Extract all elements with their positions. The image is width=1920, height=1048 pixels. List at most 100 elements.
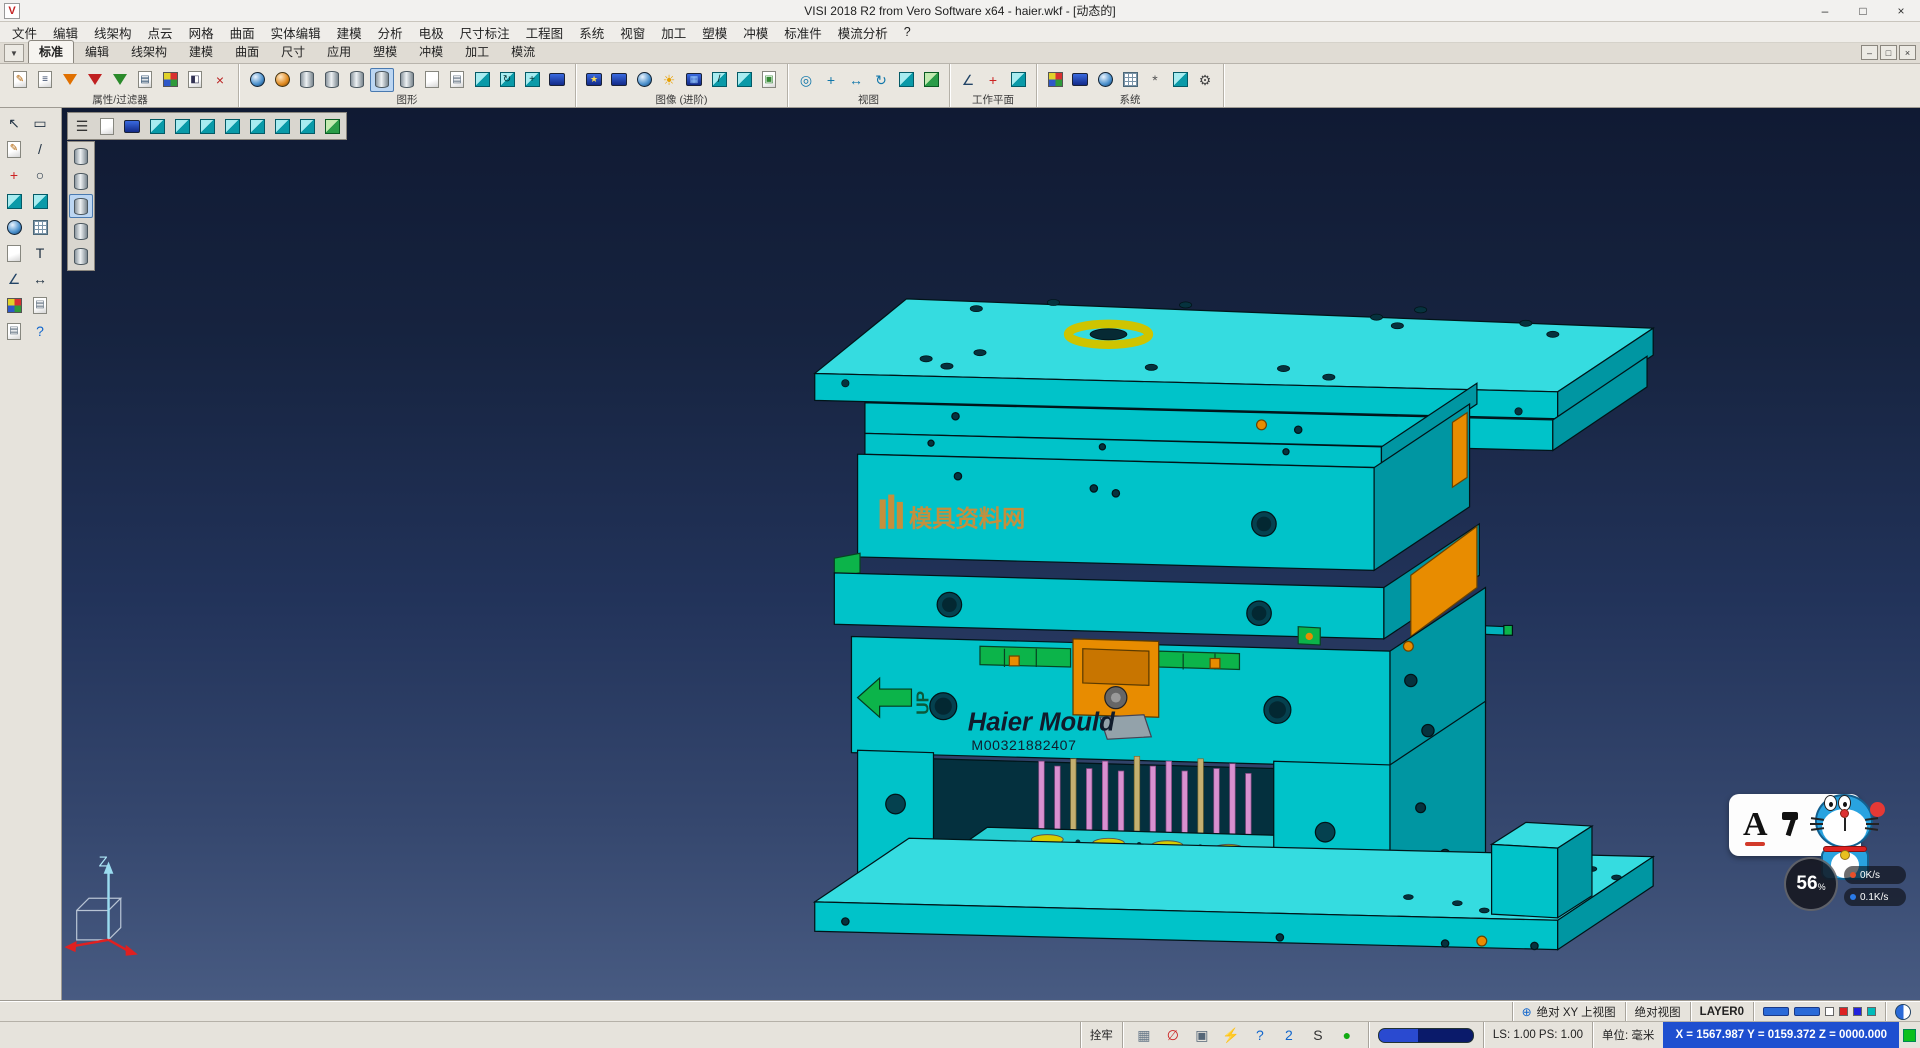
color-swatch-white[interactable] [1825, 1007, 1834, 1016]
render-background-icon[interactable]: ▦ [682, 68, 706, 92]
display-wireframe-cylinder-icon[interactable] [69, 169, 93, 193]
speed-percent-badge[interactable]: 56% [1784, 857, 1838, 911]
tab-wireframe[interactable]: 线架构 [120, 40, 178, 63]
help-tool-icon[interactable]: ? [28, 319, 52, 343]
pan-view-icon[interactable]: ↔ [844, 68, 868, 92]
snap-s-icon[interactable]: S [1306, 1023, 1330, 1047]
help-status-icon[interactable]: ? [1248, 1023, 1272, 1047]
redraw-icon[interactable] [245, 68, 269, 92]
globe-cell[interactable] [1885, 1002, 1920, 1021]
3d-viewport[interactable]: ☰ [62, 108, 1920, 1001]
color-filter-icon[interactable] [158, 68, 182, 92]
cylinder-shaded-icon[interactable] [295, 68, 319, 92]
cylinder-wireframe-icon[interactable] [320, 68, 344, 92]
layer-cell[interactable]: LAYER0 [1690, 1002, 1753, 1021]
filter-orange-icon[interactable] [58, 68, 82, 92]
color-table-icon[interactable] [1043, 68, 1067, 92]
sphere-icon[interactable] [2, 215, 26, 239]
mdi-minimize-button[interactable]: – [1861, 45, 1878, 60]
tab-moldflow[interactable]: 模流 [500, 40, 546, 63]
tab-edit[interactable]: 编辑 [74, 40, 120, 63]
dark-frame-icon[interactable] [120, 114, 144, 138]
zoom-all-icon[interactable]: ◎ [794, 68, 818, 92]
left-view-cube-icon[interactable] [270, 114, 294, 138]
top-view-cube-icon[interactable] [195, 114, 219, 138]
tab-surface[interactable]: 曲面 [224, 40, 270, 63]
box-pan-icon[interactable] [470, 68, 494, 92]
workplane-angle-icon[interactable]: ∠ [956, 68, 980, 92]
globe-icon[interactable] [1093, 68, 1117, 92]
cylinder-hidden-line-icon[interactable] [345, 68, 369, 92]
bottom-view-cube-icon[interactable] [295, 114, 319, 138]
clear-filter-icon[interactable]: × [208, 68, 232, 92]
rotate-view-icon[interactable]: ↻ [869, 68, 893, 92]
right-view-cube-icon[interactable] [220, 114, 244, 138]
display-shaded-cylinder-icon[interactable] [69, 144, 93, 168]
section-view-icon[interactable]: / [707, 68, 731, 92]
color-swatch-blue[interactable] [1853, 1007, 1862, 1016]
iso-view-cube-icon[interactable] [145, 114, 169, 138]
tab-dimension[interactable]: 尺寸 [270, 40, 316, 63]
dimension-tool-icon[interactable]: ↔ [28, 267, 52, 291]
color-swatch-cyan[interactable] [1867, 1007, 1876, 1016]
layers-tool-icon[interactable]: ▤ [28, 293, 52, 317]
units-cell[interactable]: 单位: 毫米 [1592, 1022, 1663, 1048]
no-snap-icon[interactable]: ∅ [1161, 1023, 1185, 1047]
sketch-pencil-icon[interactable]: ✎ [2, 137, 26, 161]
attribute-copy-icon[interactable]: ≡ [33, 68, 57, 92]
view-menu-icon[interactable]: ☰ [70, 114, 94, 138]
box-rotate-icon[interactable]: ↻ [495, 68, 519, 92]
measure-icon[interactable]: ∠ [2, 267, 26, 291]
maximize-button[interactable]: □ [1844, 0, 1882, 21]
menu-help[interactable]: ? [896, 23, 919, 41]
line-tool-icon[interactable]: / [28, 137, 52, 161]
menu-system[interactable]: 系统 [571, 21, 612, 44]
screen-config-icon[interactable] [1068, 68, 1092, 92]
absolute-view-cell[interactable]: 绝对视图 [1625, 1002, 1690, 1021]
shaded-view-icon[interactable] [919, 68, 943, 92]
ok-status-icon[interactable]: ● [1335, 1023, 1359, 1047]
wireframe-view-icon[interactable] [894, 68, 918, 92]
settings-gear-icon[interactable]: ⚙ [1193, 68, 1217, 92]
sheet-white-icon[interactable] [420, 68, 444, 92]
display-transparent-cylinder-icon[interactable] [69, 244, 93, 268]
shaded-green-cube-icon[interactable] [320, 114, 344, 138]
minimize-button[interactable]: – [1806, 0, 1844, 21]
tab-standard[interactable]: 标准 [28, 40, 74, 63]
select-box-icon[interactable]: ▭ [28, 111, 52, 135]
workplane-cube-icon[interactable] [1006, 68, 1030, 92]
pin-status-icon[interactable]: ▦ [1132, 1023, 1156, 1047]
white-frame-icon[interactable] [95, 114, 119, 138]
text-tool-icon[interactable]: T [28, 241, 52, 265]
system-cube-icon[interactable] [1168, 68, 1192, 92]
snap-settings-icon[interactable]: * [1143, 68, 1167, 92]
zoom-in-icon[interactable]: + [819, 68, 843, 92]
model-canvas[interactable]: 模具资料网 [62, 108, 1920, 1001]
mdi-restore-button[interactable]: □ [1880, 45, 1897, 60]
menu-moldflow[interactable]: 模流分析 [830, 21, 896, 44]
layer-filter-icon[interactable]: ▤ [133, 68, 157, 92]
filter-red-icon[interactable] [83, 68, 107, 92]
render-shadow-icon[interactable] [607, 68, 631, 92]
axes-icon[interactable]: + [2, 163, 26, 187]
front-view-cube-icon[interactable] [170, 114, 194, 138]
save-status-icon[interactable]: ▣ [1190, 1023, 1214, 1047]
attribute-edit-icon[interactable]: ✎ [8, 68, 32, 92]
close-button[interactable]: × [1882, 0, 1920, 21]
two-status-icon[interactable]: 2 [1277, 1023, 1301, 1047]
tab-die[interactable]: 冲模 [408, 40, 454, 63]
scale-cell[interactable]: LS: 1.00 PS: 1.00 [1483, 1022, 1592, 1048]
palette-icon[interactable] [2, 293, 26, 317]
tab-machining[interactable]: 加工 [454, 40, 500, 63]
render-light-icon[interactable]: ☀ [657, 68, 681, 92]
box-zoom-icon[interactable]: + [520, 68, 544, 92]
render-material-icon[interactable] [632, 68, 656, 92]
sheet-stack-icon[interactable]: ▤ [445, 68, 469, 92]
filter-green-icon[interactable] [108, 68, 132, 92]
circle-tool-icon[interactable]: ○ [28, 163, 52, 187]
display-dashed-cylinder-icon[interactable] [69, 219, 93, 243]
clipboard-icon[interactable]: ▤ [2, 319, 26, 343]
screen-capture-icon[interactable] [545, 68, 569, 92]
menu-die[interactable]: 冲模 [735, 21, 776, 44]
tab-apply[interactable]: 应用 [316, 40, 362, 63]
